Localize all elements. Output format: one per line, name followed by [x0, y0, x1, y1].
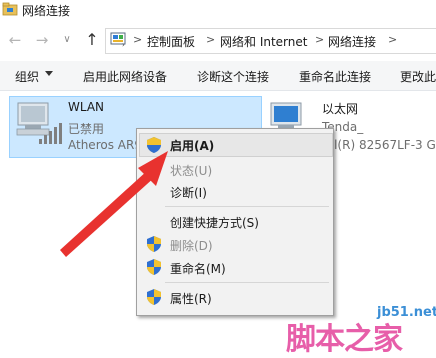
recent-locations-button[interactable]: ∨ [58, 31, 76, 49]
wifi-adapter-icon [16, 102, 62, 144]
back-button[interactable]: ← [6, 31, 24, 49]
network-folder-icon [2, 2, 18, 16]
connection-device: Atheros AR9 [68, 138, 142, 152]
crumb-control-panel[interactable]: 控制面板 [147, 33, 195, 50]
menu-item-enable[interactable]: 启用(A) [170, 137, 214, 154]
connection-name: WLAN [68, 100, 105, 114]
menu-item-properties[interactable]: 属性(R) [170, 290, 212, 307]
forward-button[interactable]: → [33, 31, 51, 49]
crumb-separator: > [206, 33, 216, 46]
crumb-separator: > [388, 33, 398, 46]
control-panel-icon: › [110, 32, 126, 48]
enable-device-button[interactable]: 启用此网络设备 [83, 68, 167, 85]
window-title: 网络连接 [22, 4, 71, 18]
connection-name: 以太网 [322, 102, 359, 116]
connection-device: tel(R) 82567LF-3 G [322, 138, 436, 152]
change-settings-button[interactable]: 更改此 [400, 68, 436, 85]
menu-item-diagnose[interactable]: 诊断(I) [170, 184, 207, 201]
crumb-network-connections[interactable]: 网络连接 [328, 33, 376, 50]
menu-separator [165, 206, 329, 207]
shield-icon [147, 137, 161, 153]
connection-status: 已禁用 [68, 122, 105, 136]
menu-item-rename[interactable]: 重命名(M) [170, 260, 226, 277]
svg-text:›: › [122, 41, 125, 48]
organize-button[interactable]: 组织 [15, 68, 39, 85]
menu-item-delete[interactable]: 删除(D) [170, 237, 213, 254]
shield-icon [147, 259, 161, 275]
crumb-separator: > [133, 33, 143, 46]
shield-icon [147, 236, 161, 252]
rename-button[interactable]: 重命名此连接 [299, 68, 371, 85]
shield-icon [147, 289, 161, 305]
menu-item-create-shortcut[interactable]: 创建快捷方式(S) [170, 214, 259, 231]
chevron-down-icon [45, 71, 53, 76]
diagnose-button[interactable]: 诊断这个连接 [197, 68, 269, 85]
menu-separator [165, 282, 329, 283]
up-button[interactable]: ↑ [83, 31, 101, 49]
menu-item-highlight [139, 133, 333, 157]
menu-item-status[interactable]: 状态(U) [170, 162, 212, 179]
watermark-text: 脚本之家 [286, 322, 403, 357]
crumb-network-internet[interactable]: 网络和 Internet [220, 33, 307, 50]
crumb-separator: > [315, 33, 325, 46]
